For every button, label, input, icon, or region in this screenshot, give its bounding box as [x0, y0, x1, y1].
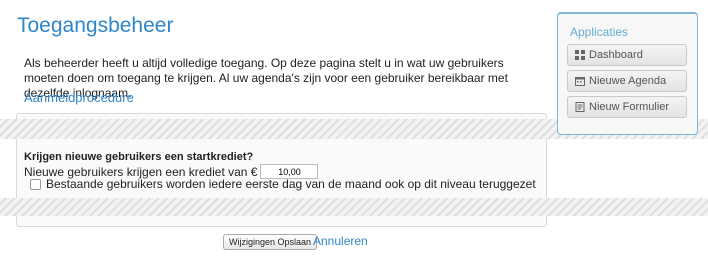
save-button[interactable]: Wijzigingen Opslaan: [223, 234, 318, 250]
applications-title: Applicaties: [570, 25, 629, 39]
cancel-link[interactable]: Annuleren: [313, 234, 368, 248]
dashboard-label: Dashboard: [589, 49, 643, 61]
hatch-divider: [0, 198, 708, 216]
new-agenda-button[interactable]: Nieuwe Agenda: [567, 70, 687, 92]
new-form-button[interactable]: Nieuw Formulier: [567, 96, 687, 118]
dashboard-icon: [575, 50, 585, 60]
reset-checkbox-label: Bestaande gebruikers worden iedere eerst…: [46, 177, 536, 191]
new-agenda-label: Nieuwe Agenda: [589, 75, 667, 87]
reset-option-row: Bestaande gebruikers worden iedere eerst…: [24, 177, 536, 191]
page-title: Toegangsbeheer: [17, 14, 174, 37]
new-form-label: Nieuw Formulier: [589, 101, 670, 113]
form-icon: [575, 102, 585, 112]
dashboard-button[interactable]: Dashboard: [567, 44, 687, 66]
calendar-icon: [575, 76, 585, 86]
login-procedure-link[interactable]: Aanmeldprocedure: [24, 90, 134, 105]
reset-checkbox[interactable]: [30, 178, 41, 190]
credit-question: Krijgen nieuwe gebruikers een startkredi…: [24, 151, 254, 163]
